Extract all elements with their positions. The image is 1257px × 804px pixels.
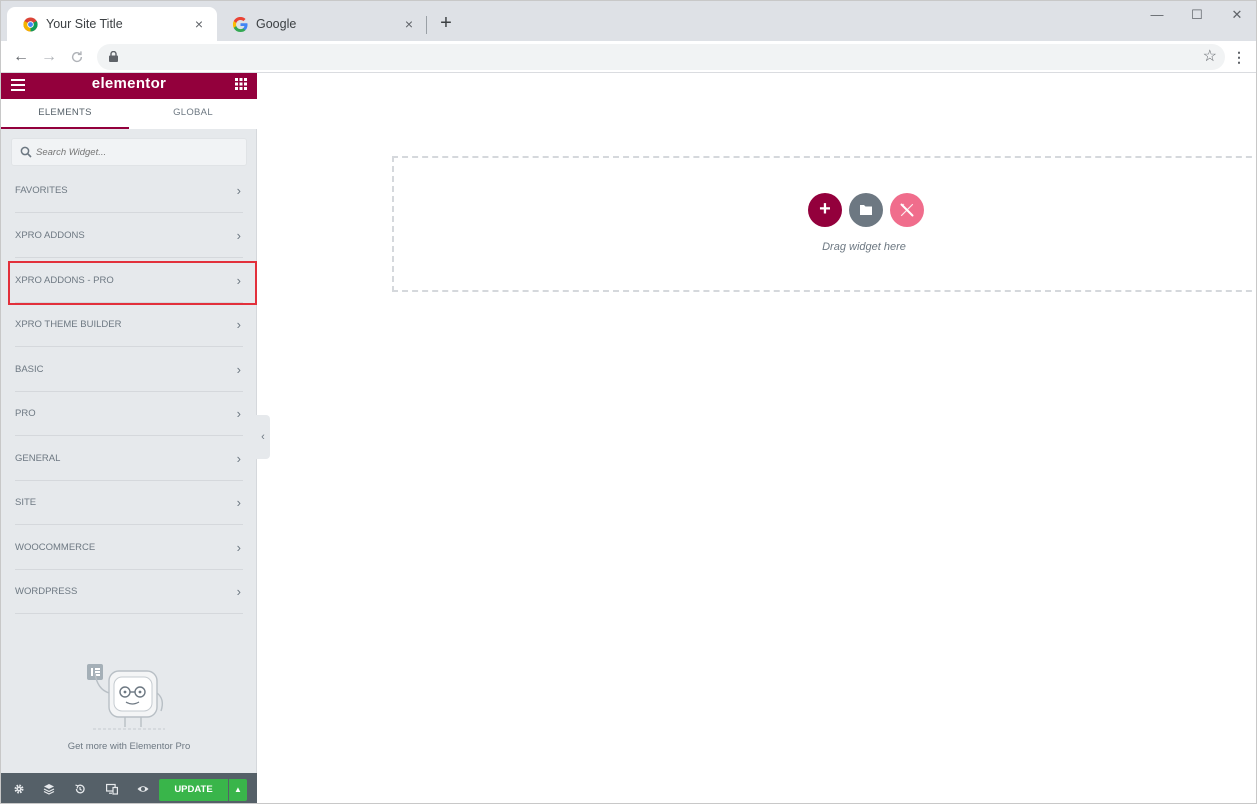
lock-icon [109, 51, 118, 62]
responsive-mode-icon[interactable] [106, 783, 118, 795]
preview-eye-icon[interactable] [137, 783, 149, 795]
new-tab-button[interactable]: + [435, 13, 457, 35]
settings-gear-icon[interactable] [13, 783, 25, 795]
category-label: XPRO ADDONS - PRO [15, 275, 114, 286]
panel-tabs: ELEMENTS GLOBAL [1, 99, 257, 129]
collapse-panel-button[interactable]: ‹ [256, 415, 270, 459]
category-label: WORDPRESS [15, 586, 78, 597]
category-label: PRO [15, 408, 36, 419]
close-tab-icon[interactable]: × [401, 16, 417, 32]
chrome-icon [23, 16, 38, 32]
tab-google[interactable]: Google × [217, 7, 427, 41]
category-basic[interactable]: BASIC › [15, 348, 243, 392]
xpro-template-button[interactable] [890, 193, 924, 227]
chevron-right-icon: › [236, 362, 241, 377]
tab-elements[interactable]: ELEMENTS [1, 99, 129, 129]
tab-title: Your Site Title [46, 17, 123, 31]
search-widget-box [11, 138, 247, 166]
tab-global[interactable]: GLOBAL [129, 99, 257, 129]
drag-widget-hint: Drag widget here [822, 241, 906, 253]
chevron-right-icon: › [236, 584, 241, 599]
panel-header: elementor [1, 73, 257, 99]
google-icon [233, 16, 248, 32]
plus-icon: + [819, 198, 831, 220]
chevron-right-icon: › [236, 406, 241, 421]
reload-button[interactable] [66, 46, 88, 68]
tab-your-site-title[interactable]: Your Site Title × [7, 7, 217, 41]
browser-toolbar: ← → ☆ ⋮ [1, 41, 1256, 73]
search-widget-input[interactable] [36, 141, 236, 163]
reload-icon [71, 51, 83, 63]
chevron-right-icon: › [236, 495, 241, 510]
elementor-logo: elementor [91, 75, 167, 92]
category-site[interactable]: SITE › [15, 481, 243, 525]
back-button[interactable]: ← [10, 46, 32, 68]
bookmark-star-icon[interactable]: ☆ [1203, 47, 1217, 67]
category-label: SITE [15, 497, 37, 508]
chevron-right-icon: › [236, 183, 241, 198]
save-options-caret-icon[interactable]: ▲ [229, 779, 247, 801]
xpro-x-icon [900, 203, 914, 217]
tab-title: Google [256, 17, 297, 31]
widgets-grid-icon[interactable] [235, 78, 247, 90]
chevron-right-icon: › [236, 540, 241, 555]
browser-window: Your Site Title × Google × + — ☐ ✕ ← → ☆… [0, 0, 1257, 804]
chevron-right-icon: › [236, 228, 241, 243]
category-pro[interactable]: PRO › [15, 392, 243, 436]
category-label: BASIC [15, 364, 44, 375]
panel-footer: UPDATE ▲ [1, 773, 257, 803]
history-icon[interactable] [74, 783, 86, 795]
chevron-right-icon: › [236, 451, 241, 466]
close-window-button[interactable]: ✕ [1217, 5, 1256, 25]
elementor-panel: elementor ELEMENTS GLOBAL FAVORITES › XP… [1, 73, 257, 803]
category-xpro-theme-builder[interactable]: XPRO THEME BUILDER › [15, 303, 243, 347]
category-xpro-addons-pro[interactable]: XPRO ADDONS - PRO › [15, 259, 243, 303]
category-label: WOOCOMMERCE [15, 542, 96, 553]
tab-strip: Your Site Title × Google × + — ☐ ✕ [1, 1, 1256, 41]
chevron-right-icon: › [236, 273, 241, 288]
category-label: GENERAL [15, 453, 61, 464]
promo-text: Get more with Elementor Pro [67, 741, 191, 752]
category-label: XPRO THEME BUILDER [15, 319, 122, 330]
maximize-button[interactable]: ☐ [1177, 5, 1217, 25]
browser-menu-icon[interactable]: ⋮ [1231, 47, 1247, 67]
category-wordpress[interactable]: WORDPRESS › [15, 570, 243, 614]
minimize-button[interactable]: — [1137, 5, 1177, 25]
forward-button[interactable]: → [38, 46, 60, 68]
tab-separator [426, 16, 427, 34]
category-label: FAVORITES [15, 185, 68, 196]
add-section-button[interactable]: + [808, 193, 842, 227]
elementor-mascot-illustration [87, 664, 165, 730]
update-button[interactable]: UPDATE [159, 779, 228, 801]
close-tab-icon[interactable]: × [191, 16, 207, 32]
address-bar[interactable]: ☆ [97, 44, 1225, 70]
search-icon [20, 146, 32, 158]
folder-icon [860, 205, 872, 215]
category-label: XPRO ADDONS [15, 230, 85, 241]
category-xpro-addons[interactable]: XPRO ADDONS › [15, 214, 243, 258]
add-template-button[interactable] [849, 193, 883, 227]
chevron-right-icon: › [236, 317, 241, 332]
category-woocommerce[interactable]: WOOCOMMERCE › [15, 526, 243, 570]
category-favorites[interactable]: FAVORITES › [15, 169, 243, 213]
category-general[interactable]: GENERAL › [15, 437, 243, 481]
navigator-layers-icon[interactable] [43, 783, 55, 795]
